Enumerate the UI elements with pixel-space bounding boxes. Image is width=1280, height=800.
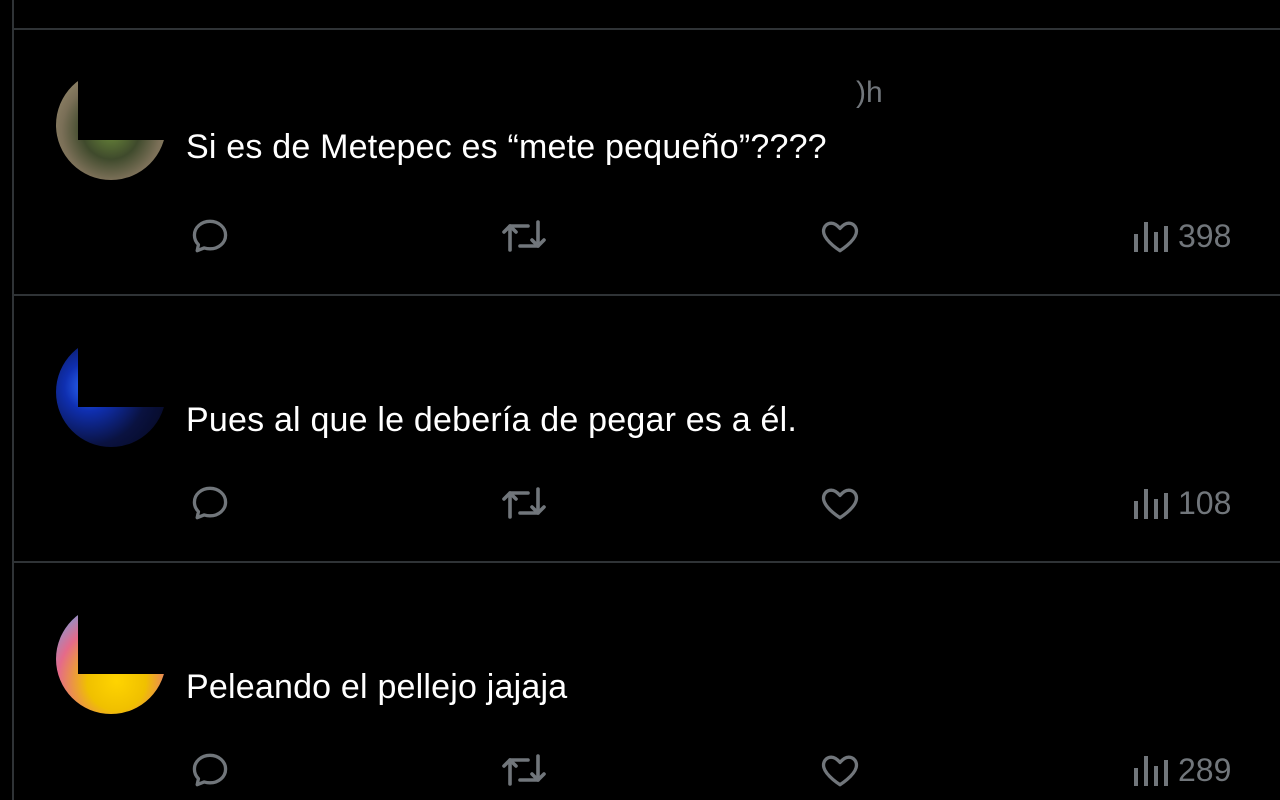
views-count: 398 <box>1178 217 1232 254</box>
action-bar: 108 <box>14 477 1280 529</box>
views-button[interactable]: 108 <box>1130 477 1231 529</box>
retweet-button[interactable] <box>498 477 550 529</box>
views-count: 289 <box>1178 751 1232 788</box>
username-redacted <box>78 604 888 674</box>
views-icon <box>1130 750 1170 790</box>
views-count: 108 <box>1178 484 1232 521</box>
reply-item[interactable]: )h Si es de Metepec es “mete pequeño”???… <box>14 30 1280 296</box>
reply-text: Si es de Metepec es “mete pequeño”???? <box>186 128 827 166</box>
reply-item[interactable]: Peleando el pellejo jajaja 289 <box>14 564 1280 800</box>
reply-item[interactable]: Pues al que le debería de pegar es a él. <box>14 297 1280 563</box>
reply-icon <box>188 481 232 525</box>
views-icon <box>1130 216 1170 256</box>
like-button[interactable] <box>818 744 862 796</box>
action-bar: 398 <box>14 210 1280 262</box>
reply-button[interactable] <box>188 210 232 262</box>
like-icon <box>818 748 862 792</box>
retweet-button[interactable] <box>498 744 550 796</box>
retweet-icon <box>498 214 550 258</box>
reply-button[interactable] <box>188 477 232 529</box>
reply-icon <box>188 214 232 258</box>
like-icon <box>818 481 862 525</box>
timestamp[interactable]: )h <box>856 76 883 110</box>
reply-text: Peleando el pellejo jajaja <box>186 668 568 706</box>
like-icon <box>818 214 862 258</box>
views-button[interactable]: 289 <box>1130 744 1231 796</box>
timeline-frame: )h Si es de Metepec es “mete pequeño”???… <box>0 0 1280 800</box>
retweet-icon <box>498 481 550 525</box>
retweet-button[interactable] <box>498 210 550 262</box>
reply-icon <box>188 748 232 792</box>
username-redacted <box>78 337 888 407</box>
reply-button[interactable] <box>188 744 232 796</box>
views-icon <box>1130 483 1170 523</box>
like-button[interactable] <box>818 210 862 262</box>
reply-text: Pues al que le debería de pegar es a él. <box>186 401 797 439</box>
retweet-icon <box>498 748 550 792</box>
action-bar: 289 <box>14 744 1280 796</box>
like-button[interactable] <box>818 477 862 529</box>
views-button[interactable]: 398 <box>1130 210 1231 262</box>
